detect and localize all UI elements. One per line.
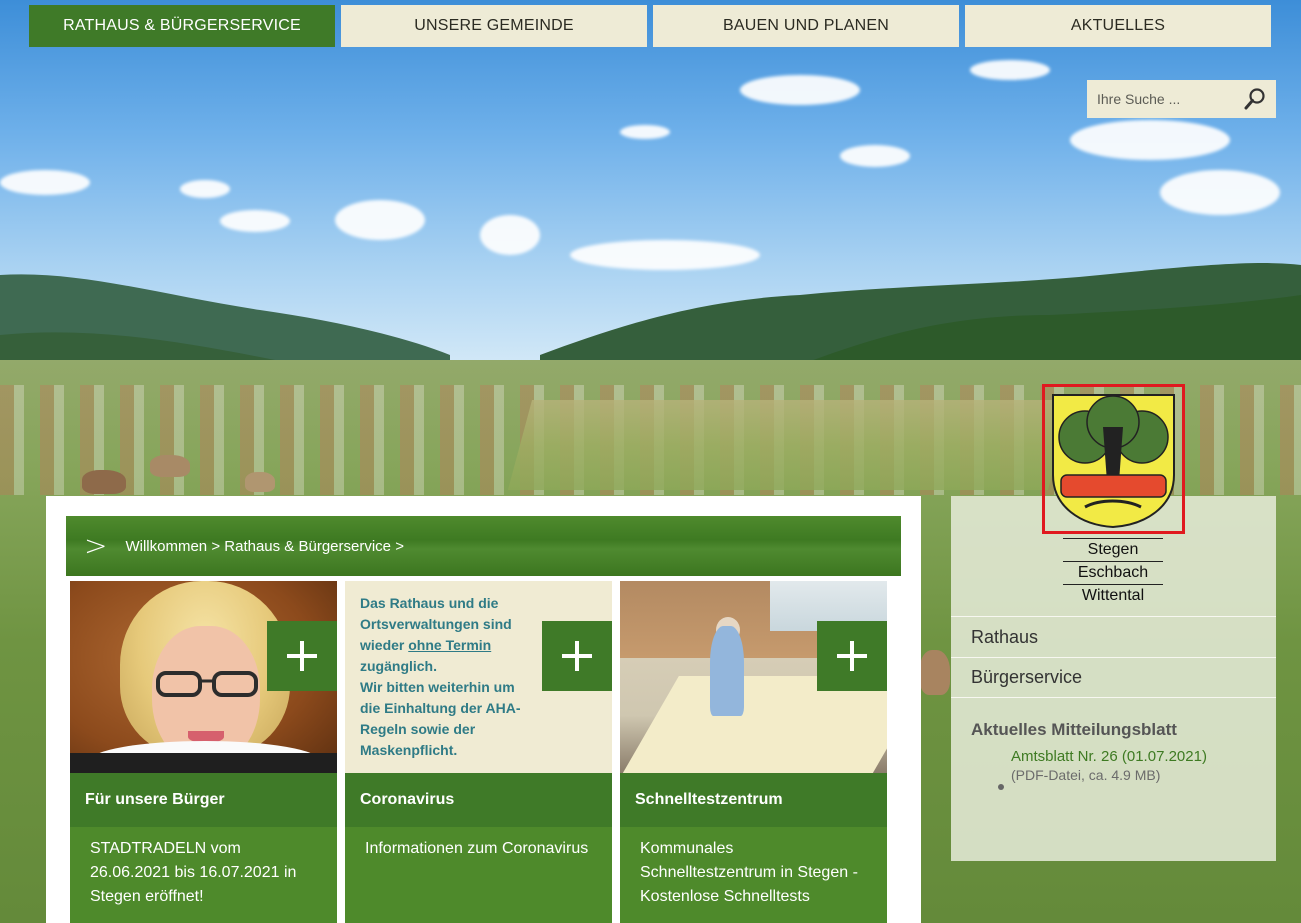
card-title[interactable]: Für unsere Bürger (70, 773, 337, 827)
card-title[interactable]: Schnelltestzentrum (620, 773, 887, 827)
magnifier-icon (1244, 88, 1265, 110)
person-in-protective-gown (710, 626, 744, 716)
mitteilungsblatt-heading: Aktuelles Mitteilungsblatt (971, 720, 1177, 739)
main-navigation: RATHAUS & BÜRGERSERVICE UNSERE GEMEINDE … (29, 5, 1271, 47)
breadcrumb: > Willkommen > Rathaus & Bürgerservice > (66, 516, 901, 576)
search-input[interactable] (1087, 80, 1237, 118)
coat-of-arms-frame[interactable] (1042, 384, 1185, 534)
sidebar-nav: Rathaus Bürgerservice (951, 616, 1276, 698)
cloud (480, 215, 540, 255)
cow (150, 455, 190, 477)
card-coronavirus: Das Rathaus und die Ortsverwaltungen sin… (345, 581, 612, 923)
nav-item-rathaus-buergerservice[interactable]: RATHAUS & BÜRGERSERVICE (29, 5, 335, 47)
cloud (840, 145, 910, 167)
list-item: Amtsblatt Nr. 26 (01.07.2021) (PDF-Datei… (997, 748, 1261, 783)
breadcrumb-link-willkommen[interactable]: Willkommen (125, 538, 207, 555)
cloud (335, 200, 425, 240)
search-box (1087, 80, 1276, 118)
card-text[interactable]: Informationen zum Coronavirus (345, 827, 612, 923)
nav-item-unsere-gemeinde[interactable]: UNSERE GEMEINDE (341, 5, 647, 47)
expand-plus-button[interactable] (817, 621, 887, 691)
cloud (180, 180, 230, 198)
cloud (620, 125, 670, 139)
plus-icon (562, 641, 592, 671)
cloud (1070, 120, 1230, 160)
teaser-cards: Für unsere Bürger STADTRADELN vom 26.06.… (70, 581, 887, 923)
cloud (0, 170, 90, 195)
card-fuer-unsere-buerger: Für unsere Bürger STADTRADELN vom 26.06.… (70, 581, 337, 923)
nav-item-aktuelles[interactable]: AKTUELLES (965, 5, 1271, 47)
portrait-jacket (70, 753, 337, 773)
ohne-termin-link[interactable]: ohne Termin (408, 637, 491, 653)
amtsblatt-link[interactable]: Amtsblatt Nr. 26 (01.07.2021) (997, 748, 1261, 765)
corona-teaser-line3: Wir bitten weiterhin um die Einhaltung d… (360, 679, 521, 758)
card-text[interactable]: STADTRADELN vom 26.06.2021 bis 16.07.202… (70, 827, 337, 923)
document-list: Amtsblatt Nr. 26 (01.07.2021) (PDF-Datei… (971, 748, 1261, 783)
breadcrumb-chevron-icon: > (84, 529, 108, 562)
corona-teaser-text: Das Rathaus und die Ortsverwaltungen sin… (345, 581, 612, 773)
expand-plus-button[interactable] (542, 621, 612, 691)
ortsteile-list: Stegen Eschbach Wittental (1063, 538, 1163, 607)
coat-of-arms-icon (1052, 394, 1175, 529)
fields (507, 400, 1073, 490)
cow (920, 650, 950, 695)
plus-icon (287, 641, 317, 671)
ortsteil-wittental[interactable]: Wittental (1063, 584, 1163, 607)
expand-plus-button[interactable] (267, 621, 337, 691)
mitteilungsblatt-box: Aktuelles Mitteilungsblatt Amtsblatt Nr.… (971, 720, 1261, 783)
sidebar-item-rathaus[interactable]: Rathaus (951, 616, 1276, 657)
breadcrumb-trail: Willkommen > Rathaus & Bürgerservice > (125, 538, 403, 555)
breadcrumb-separator: > (395, 537, 404, 555)
cow (82, 470, 126, 494)
glasses-icon (156, 671, 258, 697)
card-text[interactable]: Kommunales Schnelltestzentrum in Stegen … (620, 827, 887, 923)
plus-icon (837, 641, 867, 671)
mayor-portrait-image (70, 581, 337, 773)
breadcrumb-link-rathaus[interactable]: Rathaus & Bürgerservice (224, 538, 391, 555)
testcenter-image (620, 581, 887, 773)
cloud (970, 60, 1050, 80)
ortsteil-stegen[interactable]: Stegen (1063, 538, 1163, 561)
card-schnelltestzentrum: Schnelltestzentrum Kommunales Schnelltes… (620, 581, 887, 923)
cow (245, 472, 275, 492)
ortsteil-eschbach[interactable]: Eschbach (1063, 561, 1163, 584)
main-content-panel: > Willkommen > Rathaus & Bürgerservice > (46, 496, 921, 923)
cloud (740, 75, 860, 105)
search-button[interactable] (1237, 80, 1273, 118)
nav-item-bauen-und-planen[interactable]: BAUEN UND PLANEN (653, 5, 959, 47)
breadcrumb-separator: > (211, 537, 221, 555)
sidebar-item-buergerservice[interactable]: Bürgerservice (951, 657, 1276, 698)
cloud (220, 210, 290, 232)
file-info: (PDF-Datei, ca. 4.9 MB) (1011, 767, 1161, 783)
corona-teaser-line2: zugänglich. (360, 658, 437, 674)
cloud (1160, 170, 1280, 215)
card-title[interactable]: Coronavirus (345, 773, 612, 827)
